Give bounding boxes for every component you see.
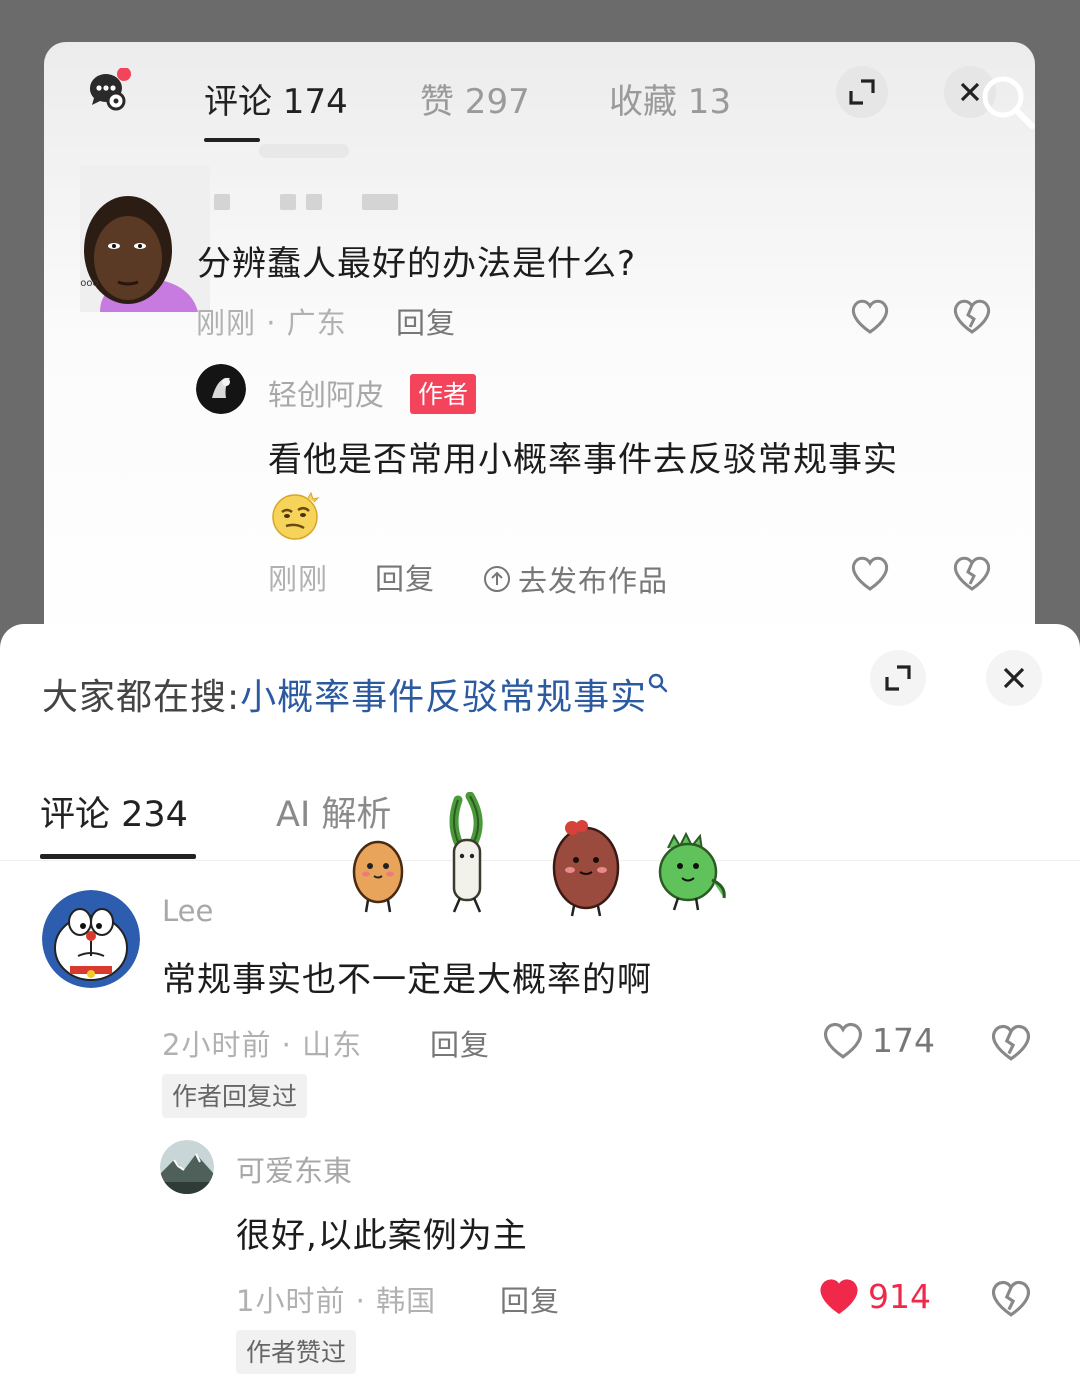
- bean-sticker-icon: [546, 816, 626, 918]
- search-icon[interactable]: [978, 72, 1035, 132]
- dislike-heart-icon[interactable]: [990, 1278, 1032, 1318]
- comment-text: 很好,以此案例为主: [236, 1216, 528, 1256]
- comment-text: 分辨蠢人最好的办法是什么?: [197, 244, 637, 284]
- comment-text: 常规事实也不一定是大概率的啊: [162, 960, 652, 1000]
- tab-underline: [40, 854, 196, 859]
- heart-icon[interactable]: [850, 297, 890, 335]
- expand-icon: [849, 79, 875, 105]
- close-button[interactable]: [986, 650, 1042, 706]
- tab-favorites[interactable]: 收藏 13: [609, 74, 731, 123]
- trending-search-prefix: 大家都在搜:: [42, 677, 241, 718]
- dislike-heart-icon[interactable]: [952, 297, 992, 335]
- trending-search[interactable]: 大家都在搜: 小概率事件反驳常规事实: [42, 668, 669, 720]
- publish-work-label: 去发布作品: [518, 564, 669, 598]
- reply-button[interactable]: 回复: [375, 556, 435, 598]
- publish-work-link[interactable]: 去发布作品: [482, 558, 668, 600]
- comment-meta: 1小时前 · 韩国: [236, 1284, 437, 1318]
- close-icon: [1003, 667, 1025, 689]
- svg-text:ooooo: ooooo: [80, 278, 99, 289]
- comment-meta: 刚刚 · 广东: [196, 306, 347, 340]
- dinosaur-sticker-icon: [654, 828, 730, 914]
- dislike-heart-icon[interactable]: [952, 554, 992, 592]
- like-button[interactable]: 174: [822, 1020, 935, 1060]
- like-count: 174: [872, 1020, 935, 1060]
- avatar[interactable]: ooooo: [80, 166, 210, 312]
- reply-username[interactable]: 轻创阿皮: [268, 372, 384, 414]
- tab-comments[interactable]: 评论 174: [204, 74, 348, 123]
- heart-icon: [824, 1022, 862, 1059]
- reply-button[interactable]: 回复: [430, 1022, 490, 1064]
- reply-button[interactable]: 回复: [500, 1278, 560, 1320]
- expand-icon: [885, 665, 911, 691]
- blurred-username: [214, 194, 408, 214]
- reply-button[interactable]: 回复: [396, 300, 456, 342]
- heart-icon: [820, 1279, 858, 1315]
- tab-likes[interactable]: 赞 297: [420, 74, 530, 123]
- tab-comments[interactable]: 评论 234: [40, 786, 188, 837]
- avatar[interactable]: [196, 364, 246, 414]
- author-replied-tag: 作者回复过: [162, 1074, 308, 1118]
- tab-ai-analysis[interactable]: AI 解析: [276, 786, 391, 837]
- scallion-sticker-icon: [440, 792, 496, 918]
- avatar[interactable]: [160, 1140, 214, 1194]
- dislike-heart-icon[interactable]: [990, 1022, 1032, 1062]
- comment-username[interactable]: Lee: [162, 894, 213, 928]
- like-button[interactable]: 914: [818, 1276, 931, 1316]
- tab-underline: [204, 138, 260, 142]
- potato-sticker-icon: [346, 836, 410, 916]
- comment-meta: 2小时前 · 山东: [162, 1028, 363, 1062]
- divider: [0, 860, 1080, 861]
- author-liked-tag: 作者赞过: [236, 1330, 357, 1374]
- expand-button[interactable]: [836, 66, 888, 118]
- chat-settings-icon[interactable]: [86, 68, 132, 114]
- search-icon: [648, 673, 668, 693]
- like-count: 914: [868, 1276, 931, 1316]
- reply-text: 看他是否常用小概率事件去反驳常规事实: [268, 440, 898, 480]
- comments-sheet: 大家都在搜: 小概率事件反驳常规事实 评论 234 AI 解析 Lee 常规事实…: [0, 624, 1080, 1400]
- comment-username[interactable]: 可爱东東: [236, 1148, 352, 1190]
- reply-meta: 刚刚: [268, 562, 329, 596]
- upload-icon: [484, 566, 510, 592]
- heart-icon[interactable]: [850, 554, 890, 592]
- avatar[interactable]: [42, 890, 140, 988]
- author-badge: 作者: [410, 374, 477, 414]
- expand-button[interactable]: [870, 650, 926, 706]
- comments-panel: 评论 174 赞 297 收藏 13 ooooo: [44, 42, 1035, 662]
- trending-search-query[interactable]: 小概率事件反驳常规事实: [240, 668, 647, 720]
- smirk-emoji-icon: [270, 490, 320, 540]
- blurred-bar: [259, 144, 349, 158]
